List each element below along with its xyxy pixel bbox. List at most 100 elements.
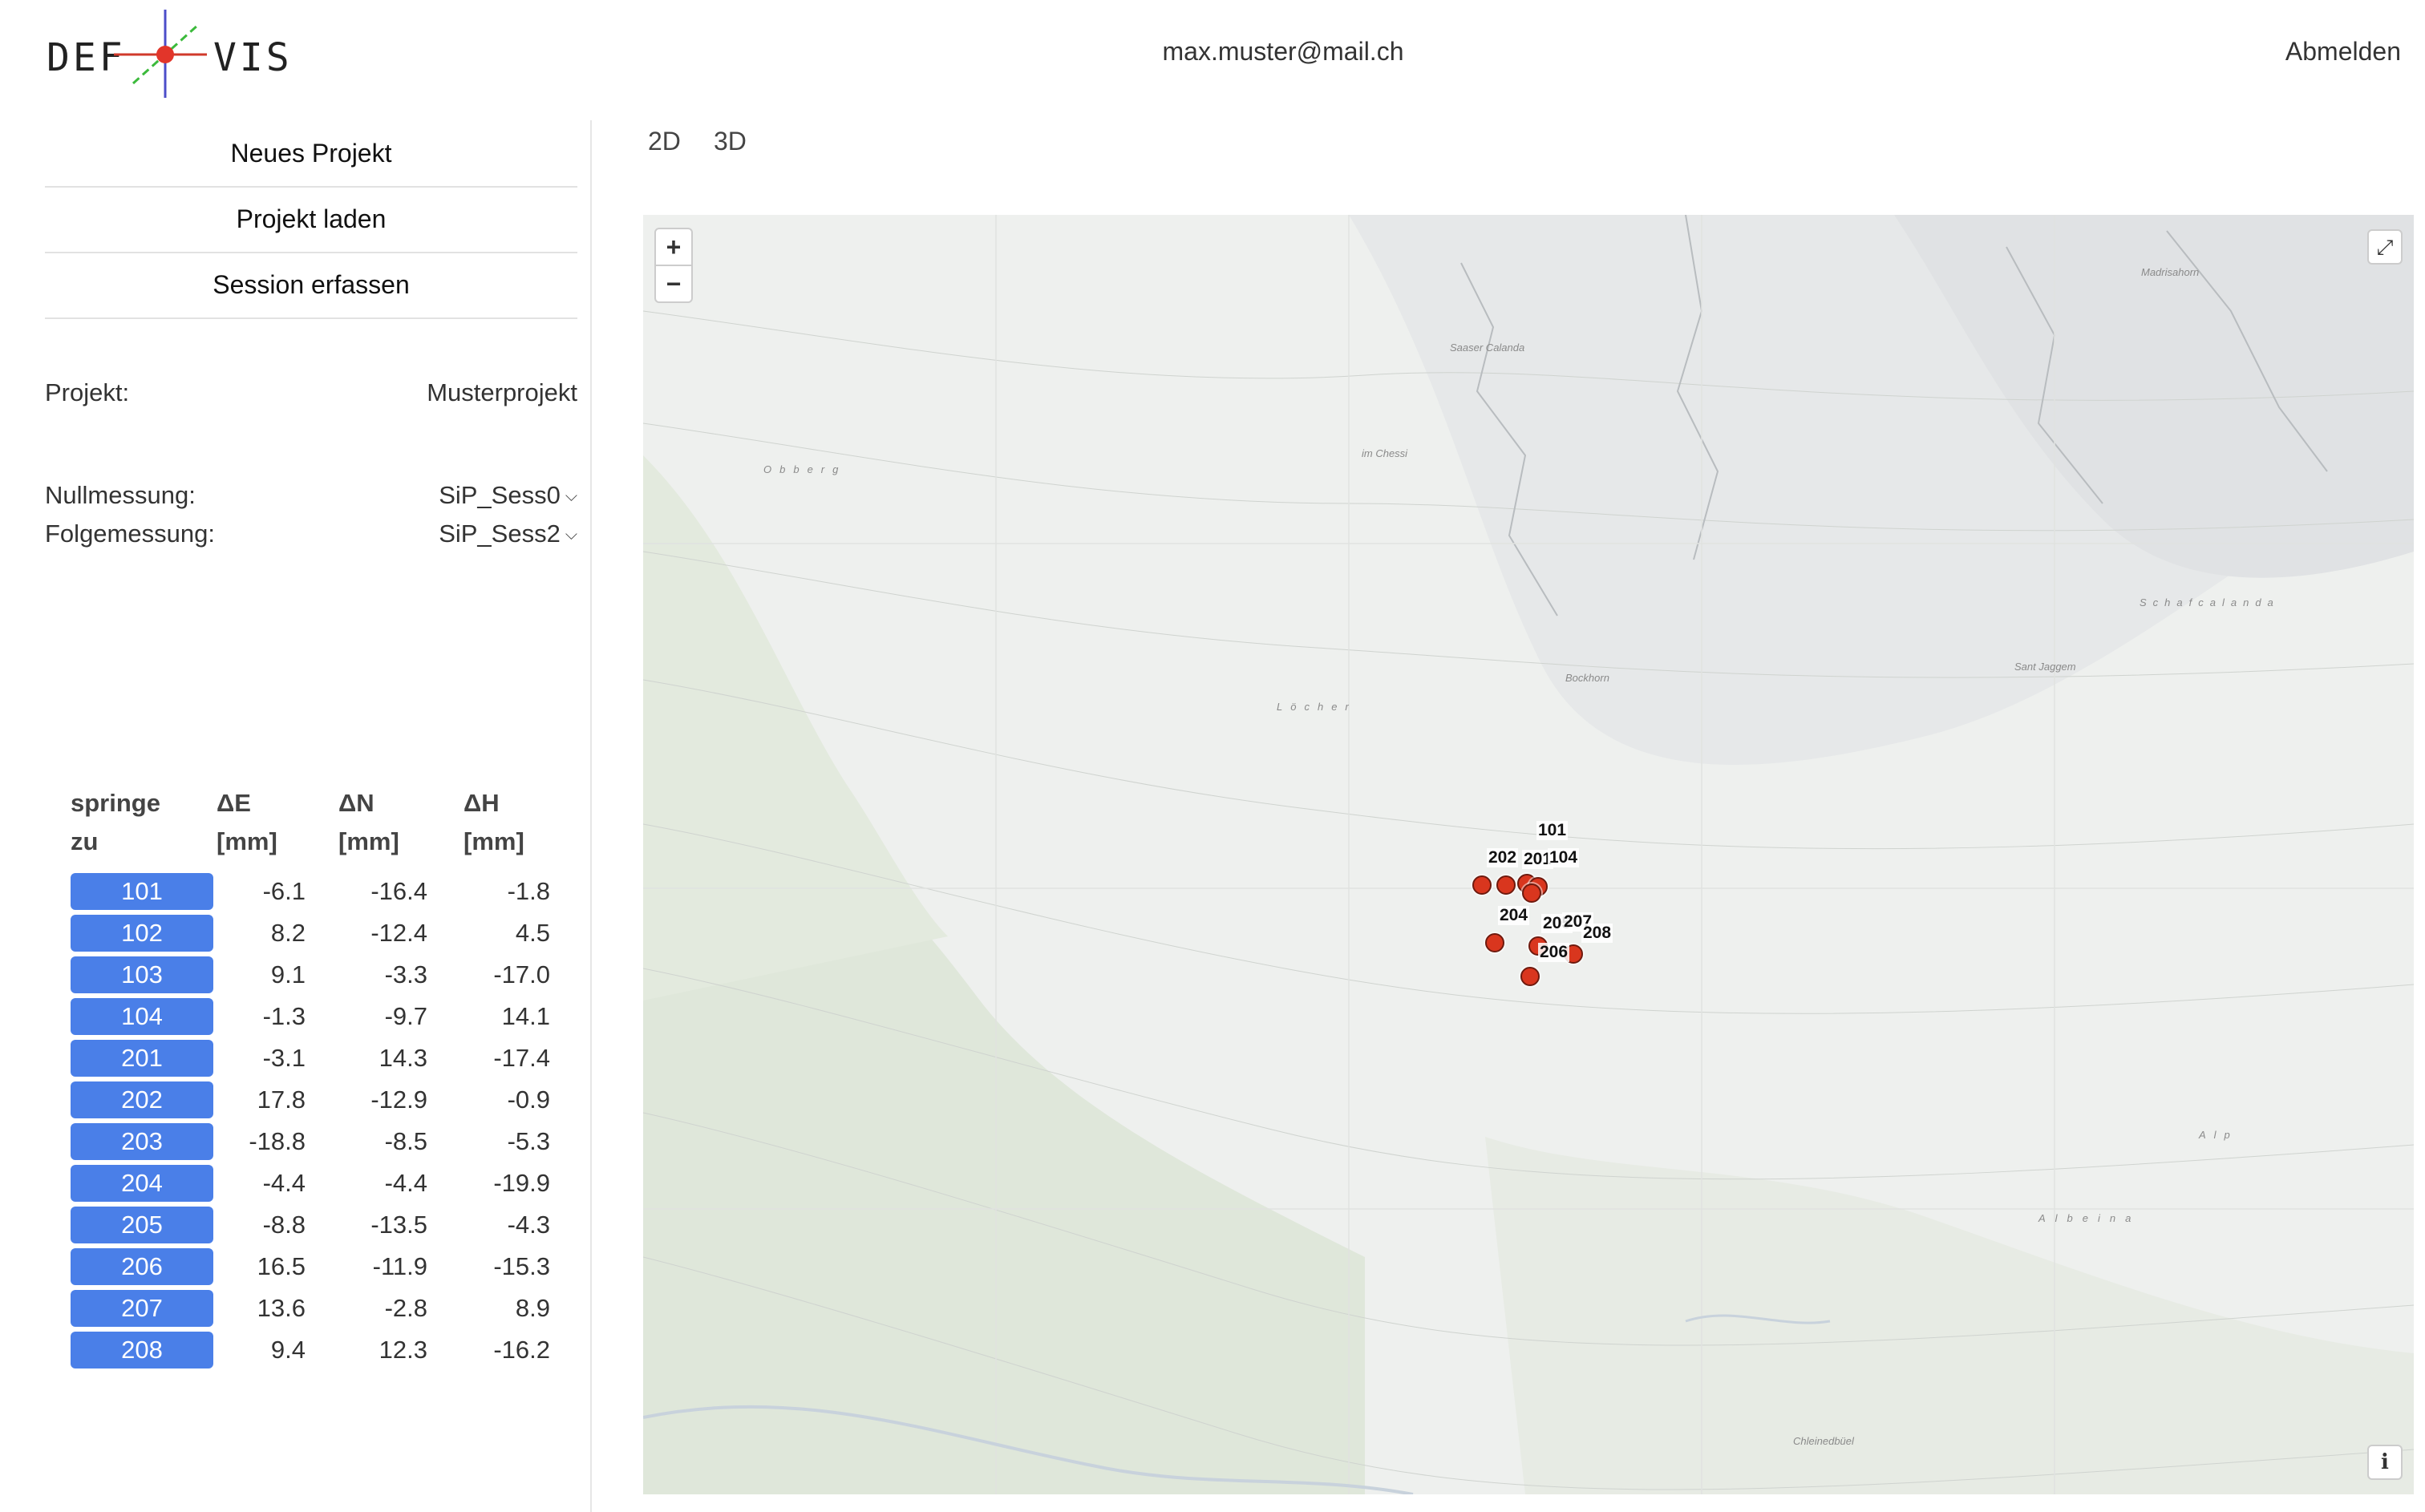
col-header-dn-line1: ΔN [338, 789, 374, 817]
col-header-de-line2: [mm] [217, 827, 277, 855]
map-place-label: Saaser Calanda [1450, 342, 1525, 354]
zoom-control: + − [654, 228, 693, 303]
defvis-logo[interactable]: DEF VIS [47, 8, 289, 103]
map-view[interactable]: Saaser Calanda Madrisahorn Schafcalanda … [643, 215, 2414, 1494]
delta-e-cell: -8.8 [262, 1211, 306, 1239]
zero-measurement-value: SiP_Sess0 [439, 481, 561, 509]
delta-n-cell: -4.4 [384, 1169, 427, 1197]
delta-h-cell: -17.0 [493, 960, 550, 988]
map-point-label: 104 [1548, 848, 1580, 867]
table-row: 201 -3.1 14.3 -17.4 [71, 1037, 568, 1079]
chevron-down-icon: ⌵ [565, 526, 577, 544]
delta-n-cell: -13.5 [370, 1211, 427, 1239]
tab-2d[interactable]: 2D [648, 127, 681, 156]
delta-n-cell: -12.9 [370, 1085, 427, 1114]
table-row: 203 -18.8 -8.5 -5.3 [71, 1121, 568, 1162]
map-place-label: Madrisahorn [2141, 266, 2200, 278]
delta-h-cell: -19.9 [493, 1169, 550, 1197]
map-point-marker[interactable] [1496, 875, 1516, 895]
app-header: DEF VIS max.muster@mail.ch Abmelden [0, 0, 2425, 112]
col-header-jump-line1: springe [71, 789, 160, 817]
jump-to-point-button[interactable]: 101 [71, 873, 213, 910]
col-header-de: ΔE [mm] [217, 784, 277, 861]
zoom-out-button[interactable]: − [656, 266, 691, 301]
map-place-label: Sant Jaggem [2014, 661, 2076, 673]
delta-e-cell: 8.2 [270, 919, 306, 947]
col-header-dn-line2: [mm] [338, 827, 399, 855]
delta-e-cell: 9.4 [270, 1336, 306, 1364]
table-row: 102 8.2 -12.4 4.5 [71, 912, 568, 954]
col-header-dn: ΔN [mm] [338, 784, 399, 861]
delta-h-cell: 4.5 [515, 919, 550, 947]
map-point-marker[interactable] [1472, 875, 1492, 895]
project-label: Projekt: [45, 378, 130, 406]
jump-to-point-button[interactable]: 103 [71, 956, 213, 993]
delta-n-cell: -12.4 [370, 919, 427, 947]
col-header-de-line1: ΔE [217, 789, 251, 817]
map-point-label: 208 [1581, 924, 1613, 943]
map-point-marker[interactable] [1485, 933, 1504, 952]
table-row: 207 13.6 -2.8 8.9 [71, 1288, 568, 1329]
fullscreen-icon[interactable]: ⤢ [2367, 229, 2403, 265]
jump-to-point-button[interactable]: 206 [71, 1248, 213, 1285]
jump-to-point-button[interactable]: 208 [71, 1332, 213, 1368]
map-point-marker[interactable] [1522, 883, 1541, 903]
jump-to-point-button[interactable]: 203 [71, 1123, 213, 1160]
table-row: 208 9.4 12.3 -16.2 [71, 1329, 568, 1371]
delta-n-cell: -2.8 [384, 1294, 427, 1322]
map-place-label: Alp [2199, 1129, 2238, 1141]
delta-n-cell: 14.3 [379, 1044, 427, 1072]
map-place-label: im Chessi [1362, 447, 1408, 459]
delta-n-cell: 12.3 [379, 1336, 427, 1364]
jump-to-point-button[interactable]: 204 [71, 1165, 213, 1202]
delta-h-cell: 14.1 [501, 1002, 550, 1030]
table-row: 104 -1.3 -9.7 14.1 [71, 996, 568, 1037]
map-place-label: Schafcalanda [2140, 596, 2280, 608]
delta-h-cell: -15.3 [493, 1252, 550, 1280]
table-row: 206 16.5 -11.9 -15.3 [71, 1246, 568, 1288]
jump-to-point-button[interactable]: 104 [71, 998, 213, 1035]
delta-e-cell: -6.1 [262, 877, 306, 905]
zero-measurement-select[interactable]: SiP_Sess0 ⌵ [439, 481, 577, 510]
map-place-label: Chleinedbüel [1793, 1435, 1854, 1447]
delta-h-cell: -5.3 [507, 1127, 550, 1155]
delta-h-cell: -16.2 [493, 1336, 550, 1364]
map-point-marker[interactable] [1520, 967, 1540, 986]
follow-measurement-select[interactable]: SiP_Sess2 ⌵ [439, 519, 577, 548]
chevron-down-icon: ⌵ [565, 487, 577, 506]
jump-to-point-button[interactable]: 205 [71, 1207, 213, 1243]
jump-to-point-button[interactable]: 201 [71, 1040, 213, 1077]
map-point-label: 206 [1538, 943, 1570, 962]
delta-e-cell: 16.5 [257, 1252, 306, 1280]
jump-to-point-button[interactable]: 102 [71, 915, 213, 952]
follow-measurement-label: Folgemessung: [45, 519, 215, 548]
info-icon[interactable]: i [2367, 1445, 2403, 1480]
delta-e-cell: -4.4 [262, 1169, 306, 1197]
crosshair-logo-icon [114, 10, 207, 98]
delta-h-cell: -17.4 [493, 1044, 550, 1072]
delta-n-cell: -3.3 [384, 960, 427, 988]
zoom-in-button[interactable]: + [656, 229, 691, 266]
record-session-button[interactable]: Session erfassen [45, 252, 577, 319]
tab-3d[interactable]: 3D [714, 127, 747, 156]
delta-h-cell: 8.9 [515, 1294, 550, 1322]
load-project-button[interactable]: Projekt laden [45, 186, 577, 253]
jump-to-point-button[interactable]: 207 [71, 1290, 213, 1327]
col-header-dh: ΔH [mm] [464, 784, 524, 861]
delta-n-cell: -8.5 [384, 1127, 427, 1155]
follow-measurement-value: SiP_Sess2 [439, 519, 561, 548]
project-value: Musterprojekt [427, 378, 577, 406]
table-row: 202 17.8 -12.9 -0.9 [71, 1079, 568, 1121]
delta-e-cell: 17.8 [257, 1085, 306, 1114]
new-project-button[interactable]: Neues Projekt [45, 120, 577, 188]
table-row: 103 9.1 -3.3 -17.0 [71, 954, 568, 996]
table-row: 204 -4.4 -4.4 -19.9 [71, 1162, 568, 1204]
delta-h-cell: -1.8 [507, 877, 550, 905]
logout-button[interactable]: Abmelden [2285, 37, 2401, 67]
delta-e-cell: -3.1 [262, 1044, 306, 1072]
map-place-label: Albeina [2038, 1212, 2141, 1224]
map-point-label: 204 [1498, 906, 1530, 925]
zero-measurement-label: Nullmessung: [45, 481, 196, 509]
jump-to-point-button[interactable]: 202 [71, 1081, 213, 1118]
delta-e-cell: 9.1 [270, 960, 306, 988]
